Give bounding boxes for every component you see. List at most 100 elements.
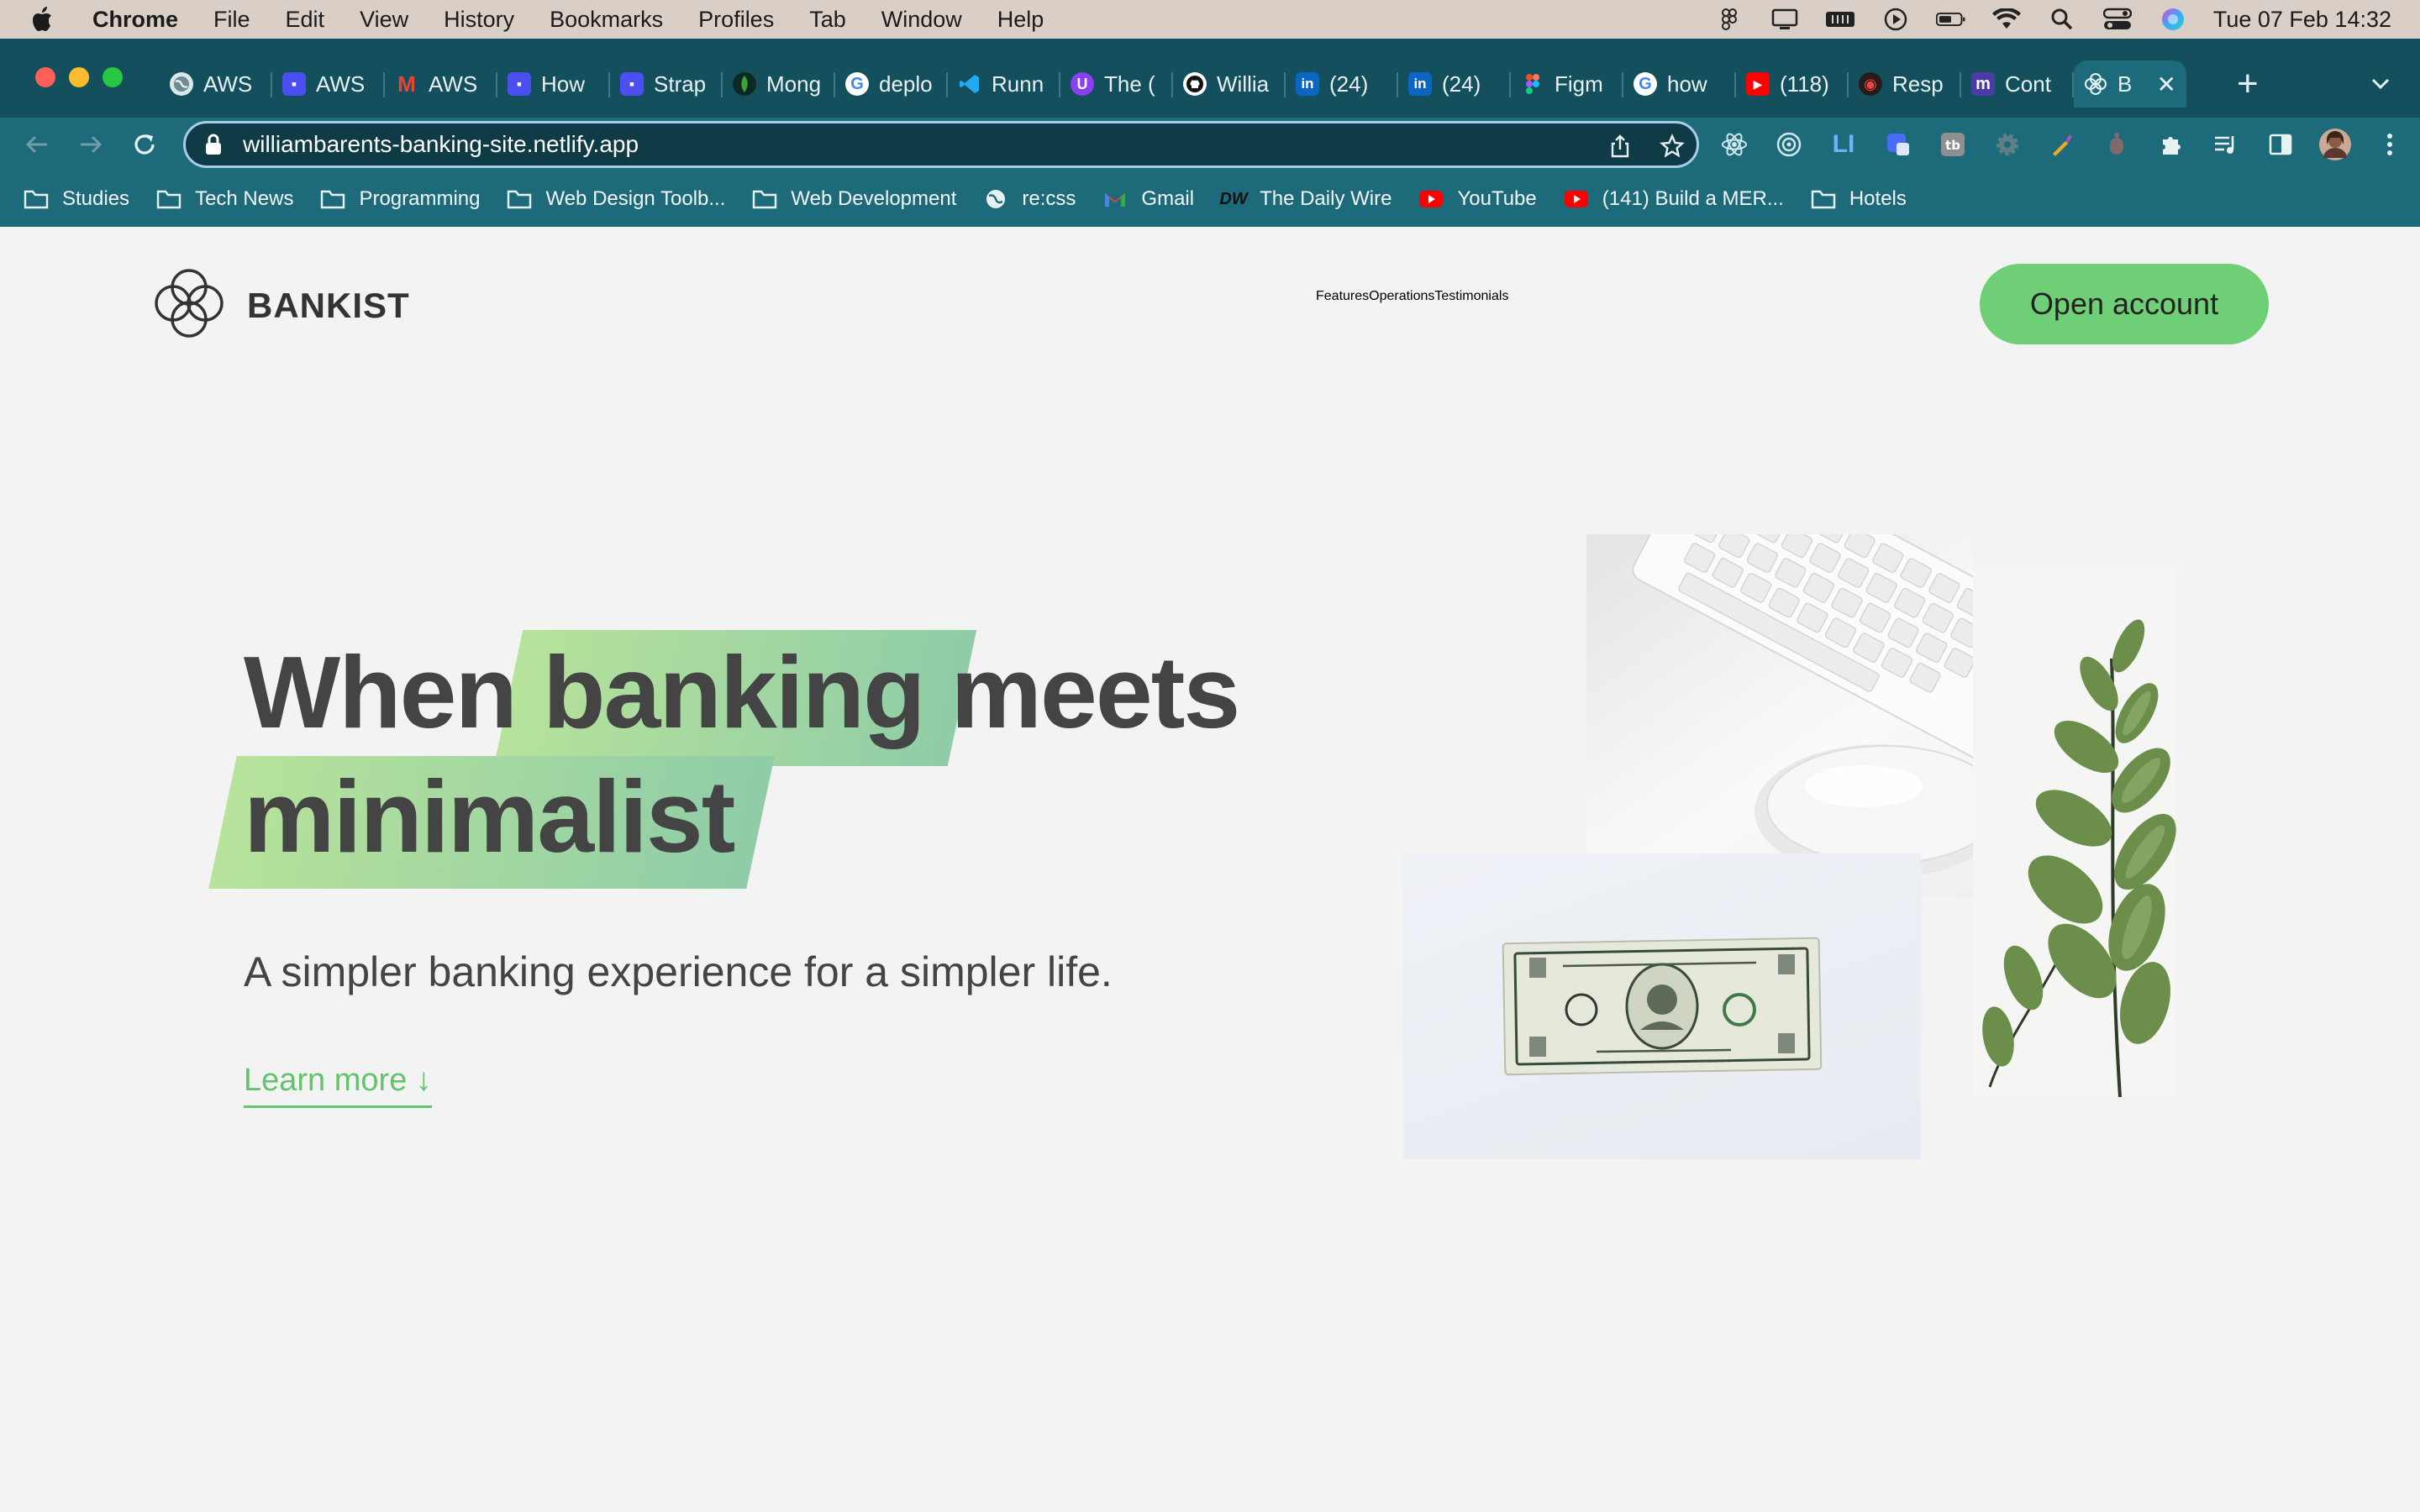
side-panel-icon[interactable] (2264, 128, 2297, 161)
bookmark-programming[interactable]: Programming (320, 187, 480, 211)
site-logo[interactable]: BANKIST (150, 264, 410, 347)
figma-status-icon[interactable] (1714, 8, 1744, 30)
clock[interactable]: Tue 07 Feb 14:32 (2213, 7, 2391, 33)
nav-link-operations[interactable]: Operations (1369, 289, 1434, 304)
bookmark-hotels[interactable]: Hotels (1811, 187, 1907, 211)
tab-aws-3[interactable]: M AWS (385, 60, 497, 108)
tab-search-chevron-icon[interactable] (2370, 72, 2391, 94)
profile-avatar[interactable] (2318, 128, 2352, 161)
tab-bankist-active[interactable]: B ✕ (2074, 60, 2186, 108)
folder-icon (156, 188, 182, 210)
bookmark-web-design-toolbox[interactable]: Web Design Toolb... (507, 187, 725, 211)
bookmark-studies[interactable]: Studies (24, 187, 129, 211)
bookmark-recss[interactable]: re:css (983, 187, 1076, 211)
bookmark-build-a-mern[interactable]: (141) Build a MER... (1564, 187, 1784, 211)
share-icon[interactable] (1607, 134, 1633, 159)
wifi-icon[interactable] (1991, 8, 2022, 30)
tab-cont[interactable]: m Cont (1961, 60, 2074, 108)
bookmark-gmail[interactable]: Gmail (1102, 187, 1194, 211)
address-bar[interactable]: williambarents-banking-site.netlify.app (183, 121, 1699, 168)
menu-bookmarks[interactable]: Bookmarks (550, 7, 663, 33)
bookmark-tech-news[interactable]: Tech News (156, 187, 293, 211)
spotlight-search-icon[interactable] (2047, 8, 2077, 30)
heading-word-banking: banking (542, 635, 926, 749)
memory-icon[interactable] (1825, 8, 1855, 30)
lock-icon[interactable] (204, 134, 226, 155)
hero-image-plant (1973, 566, 2176, 1097)
open-account-button[interactable]: Open account (1980, 264, 2269, 344)
tab-aws-1[interactable]: AWS (160, 60, 272, 108)
menu-edit[interactable]: Edit (286, 7, 325, 33)
play-icon[interactable] (1881, 8, 1911, 31)
media-playlist-icon[interactable] (2209, 128, 2243, 161)
window-zoom-button[interactable] (103, 67, 123, 87)
shield-extension-icon[interactable] (1881, 128, 1915, 161)
web-page: BANKIST Features Operations Testimonials… (0, 227, 2420, 1512)
gear-extension-icon[interactable] (1991, 128, 2024, 161)
bookmark-label: The Daily Wire (1260, 187, 1392, 210)
apple-icon[interactable] (30, 5, 59, 34)
reload-icon[interactable] (128, 128, 161, 161)
close-tab-icon[interactable]: ✕ (2157, 71, 2176, 98)
bookmark-web-development[interactable]: Web Development (752, 187, 956, 211)
tab-the[interactable]: U The ( (1060, 60, 1173, 108)
menu-app-name[interactable]: Chrome (92, 7, 178, 33)
tab-label: Resp (1892, 71, 1944, 97)
bookmark-label: Tech News (195, 187, 294, 210)
menu-window[interactable]: Window (881, 7, 962, 33)
new-tab-button[interactable]: + (2237, 64, 2259, 104)
dw-icon: DW (1219, 189, 1248, 208)
nav-link-features[interactable]: Features (1316, 289, 1369, 304)
linkedin-extension-icon[interactable]: LI (1827, 128, 1860, 161)
menu-help[interactable]: Help (997, 7, 1044, 33)
tab-linkedin-2[interactable]: in (24) (1398, 60, 1511, 108)
tab-linkedin-1[interactable]: in (24) (1286, 60, 1398, 108)
menu-file[interactable]: File (213, 7, 250, 33)
tab-label: Figm (1555, 71, 1603, 97)
tab-figma[interactable]: Figm (1511, 60, 1623, 108)
tab-mongo[interactable]: Mong (723, 60, 835, 108)
linkedin-icon: in (1296, 72, 1319, 96)
tb-extension-icon[interactable]: tb (1936, 128, 1970, 161)
color-picker-icon[interactable] (2045, 128, 2079, 161)
window-minimize-button[interactable] (69, 67, 89, 87)
google-icon: G (845, 72, 869, 96)
url-text[interactable]: williambarents-banking-site.netlify.app (243, 131, 639, 158)
tab-strapi[interactable]: ▪ Strap (610, 60, 723, 108)
bookmark-daily-wire[interactable]: DW The Daily Wire (1219, 187, 1392, 211)
robot-extension-icon[interactable] (2100, 128, 2133, 161)
kebab-menu-icon[interactable] (2373, 128, 2407, 161)
tab-aws-2[interactable]: ▪ AWS (272, 60, 385, 108)
react-devtools-icon[interactable] (1718, 128, 1751, 161)
nav-link-testimonials[interactable]: Testimonials (1434, 289, 1508, 304)
menu-profiles[interactable]: Profiles (698, 7, 774, 33)
puzzle-extensions-icon[interactable] (2154, 128, 2188, 161)
battery-icon[interactable] (1935, 8, 1966, 30)
tab-resp[interactable]: ◉ Resp (1849, 60, 1961, 108)
tab-label: deplo (879, 71, 933, 97)
tab-deploy[interactable]: Gdeplo (835, 60, 948, 108)
tab-github[interactable]: Willia (1173, 60, 1286, 108)
forward-arrow-icon[interactable] (74, 128, 108, 161)
bookmark-label: Programming (359, 187, 481, 210)
learn-more-link[interactable]: Learn more ↓ (244, 1063, 432, 1108)
window-close-button[interactable] (35, 67, 55, 87)
menu-view[interactable]: View (360, 7, 408, 33)
menu-tab[interactable]: Tab (809, 7, 846, 33)
tab-how[interactable]: ▪ How (497, 60, 610, 108)
tab-youtube[interactable]: ▶ (118) (1736, 60, 1849, 108)
siri-icon[interactable] (2158, 8, 2188, 30)
back-arrow-icon[interactable] (20, 128, 54, 161)
bookmark-label: Studies (62, 187, 130, 210)
tab-run[interactable]: Runn (948, 60, 1060, 108)
tab-how-google[interactable]: Ghow (1623, 60, 1736, 108)
target-extension-icon[interactable] (1772, 128, 1806, 161)
menu-history[interactable]: History (444, 7, 514, 33)
tab-label: AWS (429, 71, 478, 97)
control-center-icon[interactable] (2102, 8, 2133, 30)
display-icon[interactable] (1770, 8, 1800, 30)
bookmark-youtube[interactable]: YouTube (1418, 187, 1537, 211)
bookmark-star-icon[interactable] (1660, 134, 1685, 159)
gmail-icon: M (397, 71, 416, 97)
google-icon: G (1634, 72, 1657, 96)
